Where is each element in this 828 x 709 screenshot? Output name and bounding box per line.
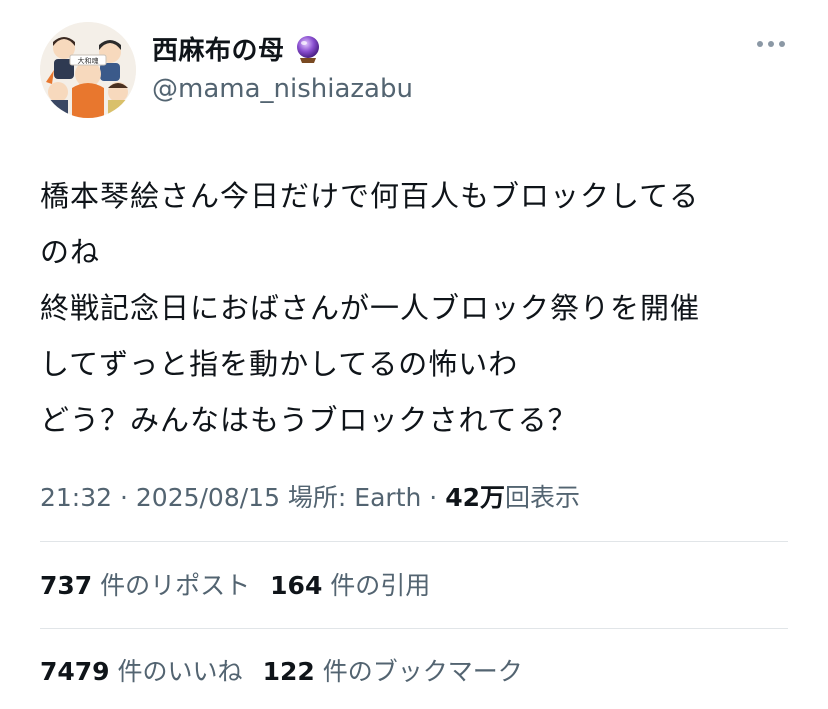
meta-separator: · xyxy=(421,483,446,512)
bookmarks-label: 件のブックマーク xyxy=(322,657,523,686)
tweet-line: のね xyxy=(40,235,101,269)
more-options-icon[interactable] xyxy=(754,34,788,54)
svg-text:大和魂: 大和魂 xyxy=(78,56,99,65)
tweet-line: 終戦記念日におばさんが一人ブロック祭りを開催 xyxy=(40,291,701,325)
quotes-count: 164 xyxy=(270,571,323,600)
crystal-ball-icon xyxy=(296,35,319,63)
author-handle[interactable]: @mama_nishiazabu xyxy=(152,74,413,104)
tweet-text: 橋本琴絵さん今日だけで何百人もブロックしてる のね 終戦記念日におばさんが一人ブ… xyxy=(40,168,800,448)
group-of-people-illustration: 大和魂 xyxy=(40,22,136,118)
quotes-link[interactable]: 164 件の引用 xyxy=(270,571,430,600)
tweet-time[interactable]: 21:32 xyxy=(40,483,112,512)
avatar[interactable]: 大和魂 xyxy=(40,22,136,118)
tweet-header: 大和魂 西麻布の母 @mama_nishiazabu xyxy=(40,22,788,118)
bookmarks-link[interactable]: 122 件のブックマーク xyxy=(263,657,523,686)
author-name-row[interactable]: 西麻布の母 xyxy=(152,30,323,67)
tweet-line: してずっと指を動かしてるの怖いわ xyxy=(40,347,519,381)
tweet-date[interactable]: 2025/08/15 xyxy=(136,483,280,512)
tweet-meta: 21:32 · 2025/08/15 場所: Earth · 42万回表示 xyxy=(40,478,580,514)
tweet-location: 場所: Earth xyxy=(279,483,422,512)
likes-label: 件のいいね xyxy=(117,657,243,686)
divider xyxy=(40,541,788,542)
meta-separator: · xyxy=(112,483,136,512)
tweet-line: どう？みんなはもうブロックされてる？ xyxy=(40,403,578,437)
likes-count: 7479 xyxy=(40,657,110,686)
divider xyxy=(40,628,788,629)
tweet-line: 橋本琴絵さん今日だけで何百人もブロックしてる xyxy=(40,179,700,213)
reposts-count: 737 xyxy=(40,571,93,600)
quotes-label: 件の引用 xyxy=(330,571,431,600)
reposts-link[interactable]: 737 件のリポスト xyxy=(40,571,250,600)
author-display-name[interactable]: 西麻布の母 xyxy=(152,30,285,67)
repost-quote-stats: 737 件のリポスト 164 件の引用 xyxy=(40,566,430,602)
like-bookmark-stats: 7479 件のいいね 122 件のブックマーク xyxy=(40,652,523,688)
likes-link[interactable]: 7479 件のいいね xyxy=(40,657,243,686)
views-label: 回表示 xyxy=(504,483,580,512)
views-count: 42万 xyxy=(445,483,505,512)
reposts-label: 件のリポスト xyxy=(100,571,251,600)
bookmarks-count: 122 xyxy=(262,657,315,686)
